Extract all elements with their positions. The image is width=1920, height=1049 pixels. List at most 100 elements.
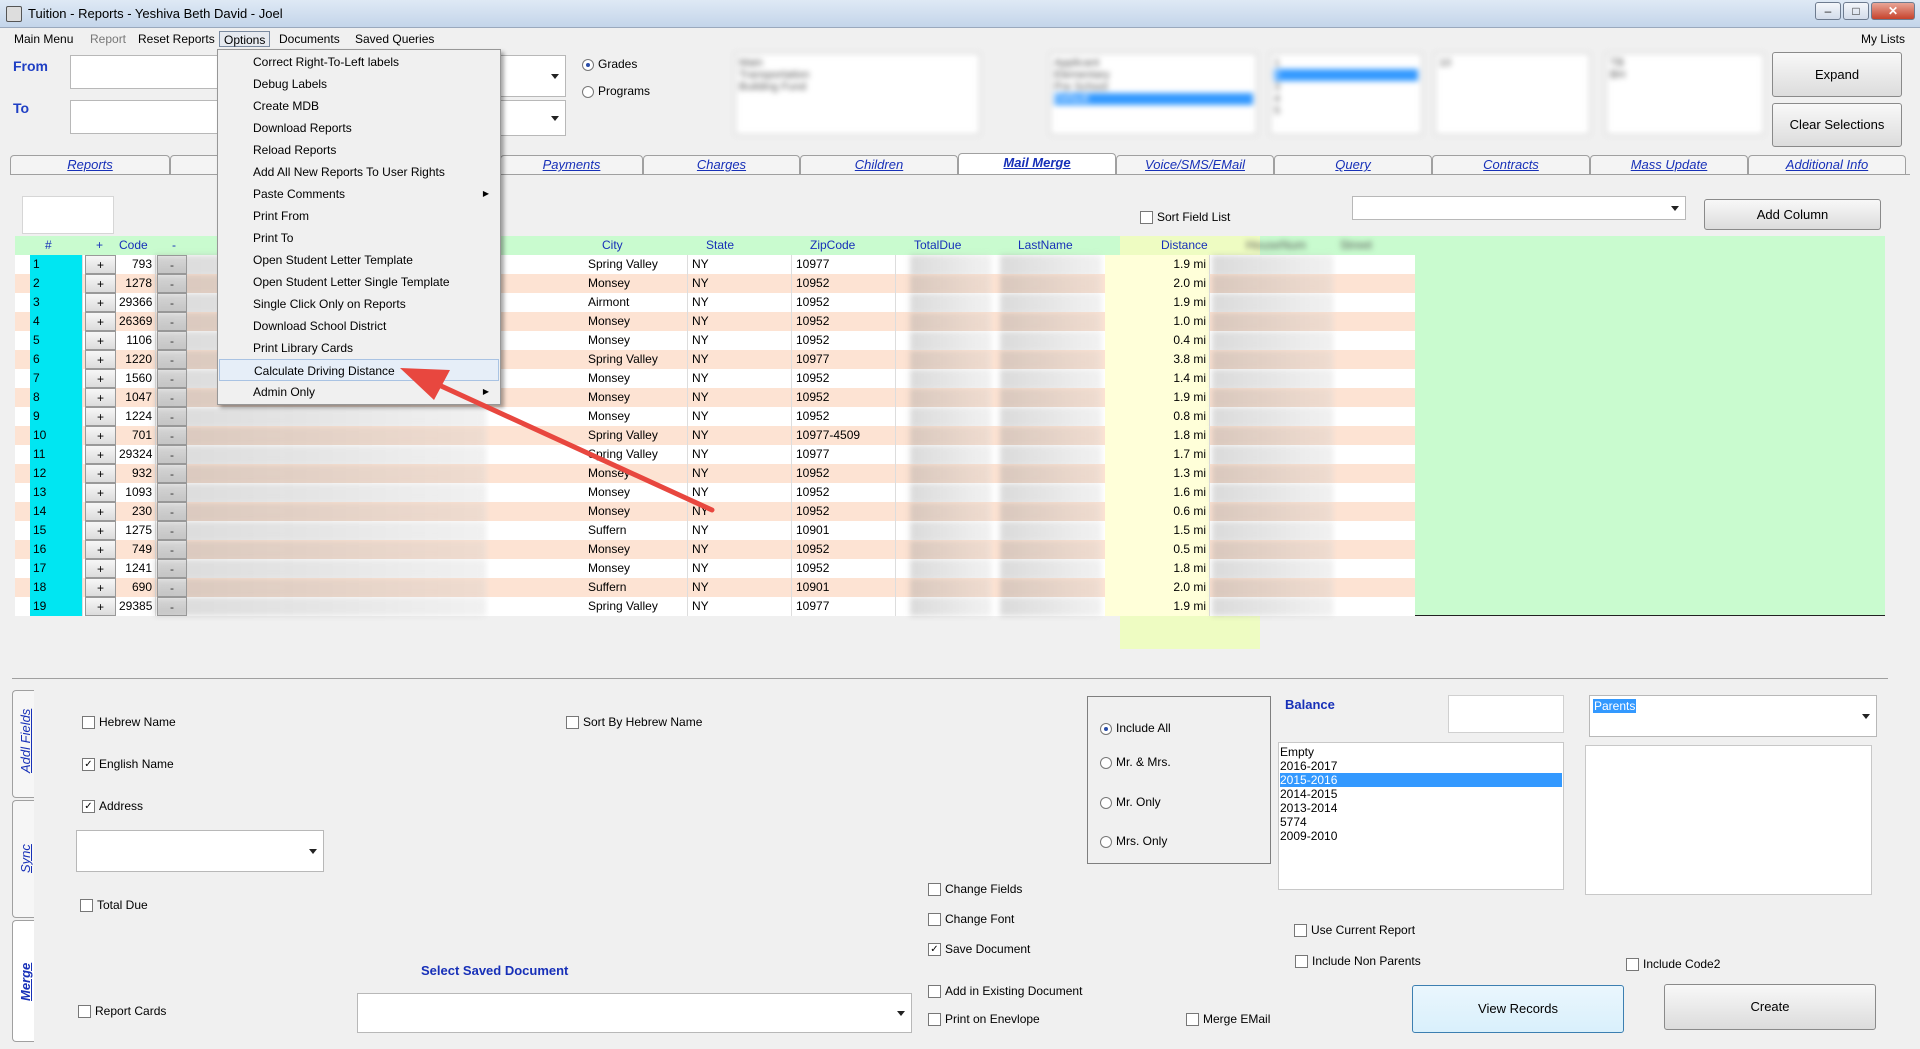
mr-only-radio[interactable]: Mr. Only xyxy=(1100,795,1161,809)
menu-options[interactable]: Options xyxy=(219,31,271,47)
sort-field-list-checkbox[interactable]: Sort Field List xyxy=(1140,210,1230,225)
add-row-button[interactable]: + xyxy=(85,540,116,559)
menu-saved-queries[interactable]: Saved Queries xyxy=(351,31,438,47)
add-row-button[interactable]: + xyxy=(85,578,116,597)
table-row[interactable]: 17+1241-MonseyNY109521.8 mi xyxy=(15,559,1415,578)
list-item[interactable]: 2009-2010 xyxy=(1280,829,1562,843)
to-input[interactable] xyxy=(70,100,220,134)
add-row-button[interactable]: + xyxy=(85,426,116,445)
options-menu-item[interactable]: Open Student Letter Template xyxy=(219,249,499,271)
tab-children[interactable]: Children xyxy=(800,155,958,174)
grades-radio[interactable]: Grades xyxy=(582,57,637,71)
add-row-button[interactable]: + xyxy=(85,293,116,312)
list-item[interactable]: 2016-2017 xyxy=(1280,759,1562,773)
menu-reset-reports[interactable]: Reset Reports xyxy=(134,31,219,47)
add-row-button[interactable]: + xyxy=(85,369,116,388)
english-name-checkbox[interactable]: ✓ English Name xyxy=(82,757,174,772)
hebrew-name-checkbox[interactable]: Hebrew Name xyxy=(82,715,176,730)
table-row[interactable]: 16+749-MonseyNY109520.5 mi xyxy=(15,540,1415,559)
col-header-code[interactable]: Code xyxy=(119,238,148,252)
tab-contracts[interactable]: Contracts xyxy=(1432,155,1590,174)
add-row-button[interactable]: + xyxy=(85,331,116,350)
minimize-icon[interactable]: – xyxy=(1815,2,1841,20)
add-row-button[interactable]: + xyxy=(85,483,116,502)
maximize-icon[interactable]: □ xyxy=(1843,2,1869,20)
col-header-distance[interactable]: Distance xyxy=(1161,238,1208,252)
class-list[interactable]: 10 xyxy=(1435,53,1590,135)
sidetab-merge[interactable]: Merge xyxy=(12,920,34,1042)
division-list[interactable]: Applicant Elementary Pre School Default xyxy=(1050,53,1257,135)
options-menu-item[interactable]: Add All New Reports To User Rights xyxy=(219,161,499,183)
clear-selections-button[interactable]: Clear Selections xyxy=(1772,103,1902,147)
field-combo[interactable] xyxy=(1352,196,1686,220)
from-input[interactable] xyxy=(70,55,220,89)
add-row-button[interactable]: + xyxy=(85,388,116,407)
list-item[interactable]: 5774 xyxy=(1280,815,1562,829)
options-menu-item[interactable]: Open Student Letter Single Template xyxy=(219,271,499,293)
list-item[interactable]: Empty xyxy=(1280,745,1562,759)
options-menu-item[interactable]: Single Click Only on Reports xyxy=(219,293,499,315)
use-current-report-checkbox[interactable]: Use Current Report xyxy=(1294,923,1415,938)
tab-voice-sms-email[interactable]: Voice/SMS/EMail xyxy=(1116,155,1274,174)
parents-combo[interactable]: Parents xyxy=(1589,695,1877,737)
list-item[interactable]: 2014-2015 xyxy=(1280,787,1562,801)
options-menu-item[interactable]: Print From xyxy=(219,205,499,227)
add-existing-checkbox[interactable]: Add in Existing Document xyxy=(928,984,1082,999)
total-due-checkbox[interactable]: Total Due xyxy=(80,898,148,913)
view-records-button[interactable]: View Records xyxy=(1412,985,1624,1033)
add-row-button[interactable]: + xyxy=(85,502,116,521)
address-format-combo[interactable] xyxy=(76,830,324,872)
options-menu-item[interactable]: Paste Comments ▶ xyxy=(219,183,499,205)
balance-amount-input[interactable] xyxy=(1448,695,1564,733)
col-header-zipcode[interactable]: ZipCode xyxy=(810,238,855,252)
saved-document-combo[interactable] xyxy=(357,993,912,1033)
include-code2-checkbox[interactable]: Include Code2 xyxy=(1626,957,1720,972)
options-menu-item[interactable]: Print Library Cards xyxy=(219,337,499,359)
add-row-button[interactable]: + xyxy=(85,274,116,293)
balance-year-list[interactable]: Empty 2016-2017 2015-2016 2014-2015 2013… xyxy=(1278,742,1564,890)
merge-email-checkbox[interactable]: Merge EMail xyxy=(1186,1012,1270,1027)
tab-charges[interactable]: Charges xyxy=(643,155,800,174)
add-row-button[interactable]: + xyxy=(85,255,116,274)
tab-additional-info[interactable]: Additional Info xyxy=(1748,155,1906,174)
options-menu-item[interactable]: Debug Labels xyxy=(219,73,499,95)
to-combo[interactable] xyxy=(500,100,566,136)
tab-reports[interactable]: Reports xyxy=(10,155,170,174)
save-document-checkbox[interactable]: ✓ Save Document xyxy=(928,942,1030,957)
col-header-number[interactable]: # xyxy=(45,238,52,252)
sidetab-addl-fields[interactable]: Addl Fields xyxy=(12,690,34,798)
print-envelope-checkbox[interactable]: Print on Enevlope xyxy=(928,1012,1040,1027)
fund-list[interactable]: Main Transportation Building Fund xyxy=(735,53,980,135)
create-button[interactable]: Create xyxy=(1664,984,1876,1030)
col-header-minus[interactable]: - xyxy=(172,238,176,252)
grade-list[interactable]: 12345 xyxy=(1270,53,1422,135)
tab-query[interactable]: Query xyxy=(1274,155,1432,174)
menu-main-menu[interactable]: Main Menu xyxy=(10,31,77,47)
table-row[interactable]: 18+690-SuffernNY109012.0 mi xyxy=(15,578,1415,597)
change-fields-checkbox[interactable]: Change Fields xyxy=(928,882,1022,897)
options-menu-item[interactable]: Download School District xyxy=(219,315,499,337)
menu-my-lists[interactable]: My Lists xyxy=(1857,31,1909,47)
menu-report[interactable]: Report xyxy=(86,31,130,47)
sort-by-hebrew-checkbox[interactable]: Sort By Hebrew Name xyxy=(566,715,702,730)
table-row[interactable]: 15+1275-SuffernNY109011.5 mi xyxy=(15,521,1415,540)
tab-mail-merge[interactable]: Mail Merge xyxy=(958,153,1116,174)
report-cards-checkbox[interactable]: Report Cards xyxy=(78,1004,166,1019)
add-row-button[interactable]: + xyxy=(85,559,116,578)
add-row-button[interactable]: + xyxy=(85,464,116,483)
parents-list[interactable] xyxy=(1585,745,1872,895)
options-menu-item[interactable]: Correct Right-To-Left labels xyxy=(219,51,499,73)
col-header-lastname[interactable]: LastName xyxy=(1018,238,1073,252)
tab-mass-update[interactable]: Mass Update xyxy=(1590,155,1748,174)
col-header-plus[interactable]: + xyxy=(96,238,103,252)
mr-mrs-radio[interactable]: Mr. & Mrs. xyxy=(1100,755,1171,769)
options-menu-item[interactable]: Reload Reports xyxy=(219,139,499,161)
add-row-button[interactable]: + xyxy=(85,350,116,369)
options-menu-item[interactable]: Download Reports xyxy=(219,117,499,139)
options-menu-item[interactable]: Print To xyxy=(219,227,499,249)
add-row-button[interactable]: + xyxy=(85,445,116,464)
programs-radio[interactable]: Programs xyxy=(582,84,650,98)
from-combo[interactable] xyxy=(500,55,566,97)
list-item[interactable]: 2013-2014 xyxy=(1280,801,1562,815)
col-header-city[interactable]: City xyxy=(602,238,623,252)
